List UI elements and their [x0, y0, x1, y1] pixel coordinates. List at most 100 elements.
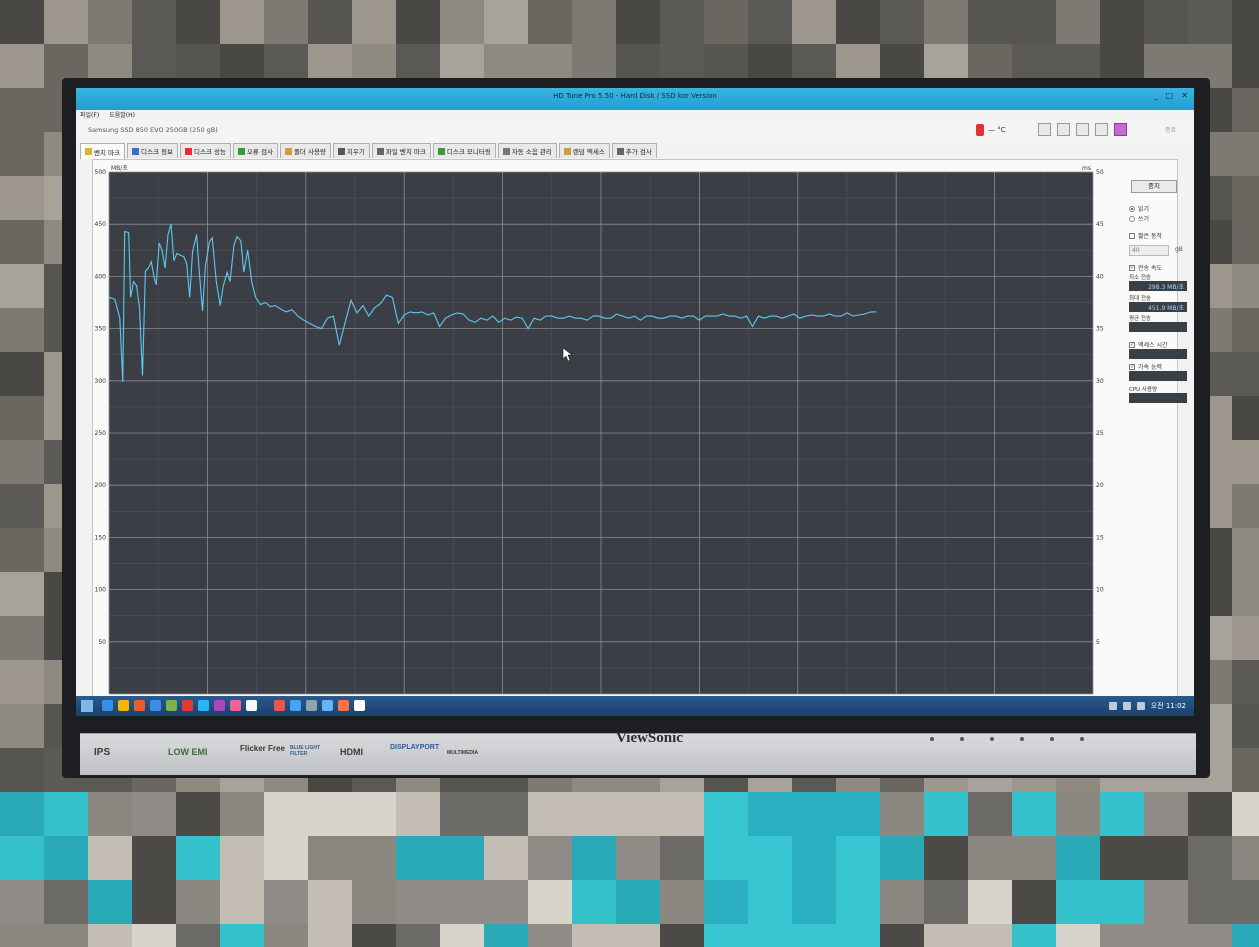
tab-8[interactable]: 디스크 모니터링 — [432, 143, 496, 158]
taskbar-folder-icon[interactable] — [118, 700, 129, 711]
power-button[interactable] — [1080, 737, 1084, 741]
tab-label: 디스크 정보 — [141, 148, 173, 156]
monitor-button[interactable] — [1020, 737, 1024, 741]
background-tile — [220, 880, 264, 924]
tab-1[interactable]: 벤치 마크 — [80, 143, 125, 159]
volume-icon[interactable] — [1122, 702, 1131, 710]
background-tile — [1232, 132, 1259, 176]
background-tile — [220, 836, 264, 880]
background-tile — [704, 0, 748, 44]
background-tile — [264, 792, 308, 836]
background-tile — [704, 792, 748, 836]
background-tile — [660, 0, 704, 44]
background-tile — [968, 0, 1012, 44]
background-tile — [1232, 880, 1259, 924]
transfer-rate-option[interactable]: ✓ 전송 속도 — [1129, 263, 1162, 272]
background-tile — [176, 880, 220, 924]
short-stroke-option[interactable]: 짧은 동작 — [1129, 231, 1162, 240]
access-time-option[interactable]: ✓ 액세스 시간 — [1129, 340, 1168, 349]
options-icon[interactable] — [1095, 123, 1108, 136]
monitor-button[interactable] — [990, 737, 994, 741]
menu-help[interactable]: 도움말(H) — [109, 110, 135, 119]
write-option[interactable]: 쓰기 — [1129, 214, 1149, 223]
monitor-button[interactable] — [1050, 737, 1054, 741]
taskbar-app-icon[interactable] — [214, 700, 225, 711]
background-tile — [88, 924, 132, 947]
tab-5[interactable]: 폴더 사용량 — [279, 143, 331, 158]
background-tile — [484, 880, 528, 924]
drive-select[interactable]: Samsung SSD 850 EVO 250GB (250 gB) — [86, 123, 966, 137]
tab-2[interactable]: 디스크 정보 — [127, 143, 178, 158]
taskbar-media-icon[interactable] — [134, 700, 145, 711]
access-time-checkbox[interactable]: ✓ — [1129, 341, 1135, 348]
burst-option[interactable]: ✓ 가속 능력 — [1129, 362, 1162, 371]
network-icon[interactable] — [1108, 702, 1117, 710]
tab-6[interactable]: 지우기 — [332, 143, 370, 158]
background-tile — [264, 924, 308, 947]
screenshot-icon[interactable] — [1076, 123, 1089, 136]
taskbar-clock[interactable]: 오전 11:02 — [1151, 701, 1186, 711]
tab-10[interactable]: 랜덤 액세스 — [558, 143, 610, 158]
tab-9[interactable]: 자동 소음 관리 — [497, 143, 557, 158]
tab-icon — [563, 147, 571, 155]
background-tile — [176, 836, 220, 880]
taskbar-files-icon[interactable] — [166, 700, 177, 711]
burst-checkbox[interactable]: ✓ — [1129, 363, 1135, 370]
tab-3[interactable]: 디스크 성능 — [179, 143, 231, 158]
background-tile — [132, 792, 176, 836]
taskbar-ie-icon[interactable] — [102, 700, 113, 711]
taskbar-edge-icon[interactable] — [150, 700, 161, 711]
short-stroke-input[interactable]: 40 — [1129, 245, 1169, 256]
background-tile — [748, 792, 792, 836]
taskbar-app-icon[interactable] — [322, 700, 333, 711]
start-button[interactable] — [81, 700, 93, 712]
taskbar-app-icon[interactable] — [246, 700, 257, 711]
taskbar-app-icon[interactable] — [338, 700, 349, 711]
tab-4[interactable]: 오류 검사 — [232, 143, 278, 158]
short-stroke-checkbox[interactable] — [1129, 232, 1135, 239]
notification-icon[interactable] — [1136, 702, 1145, 710]
tab-7[interactable]: 파일 벤치 마크 — [371, 143, 431, 158]
monitor-button[interactable] — [930, 737, 934, 741]
write-radio[interactable] — [1129, 215, 1135, 222]
minimize-button[interactable]: _ — [1154, 91, 1158, 100]
read-option[interactable]: 읽기 — [1129, 204, 1149, 213]
tab-11[interactable]: 추가 검사 — [611, 143, 657, 158]
background-tile — [792, 792, 836, 836]
background-tile — [1188, 924, 1232, 947]
background-tile — [132, 836, 176, 880]
monitor-button[interactable] — [960, 737, 964, 741]
background-tile — [836, 880, 880, 924]
background-tile — [352, 0, 396, 44]
taskbar-app-icon[interactable] — [306, 700, 317, 711]
transfer-rate-checkbox[interactable]: ✓ — [1129, 264, 1135, 271]
background-tile — [924, 924, 968, 947]
download-icon[interactable] — [1114, 123, 1127, 136]
menu-file[interactable]: 파일(F) — [80, 110, 99, 119]
taskbar-app-icon[interactable] — [230, 700, 241, 711]
exit-button[interactable]: 종료 — [1165, 125, 1176, 134]
close-button[interactable]: ✕ — [1181, 91, 1188, 100]
taskbar-app-icon[interactable] — [274, 700, 285, 711]
background-tile — [1232, 88, 1259, 132]
stop-button[interactable]: 중지 — [1131, 180, 1177, 193]
y-tick-label: 100 — [95, 587, 107, 594]
copy-text-icon[interactable] — [1038, 123, 1051, 136]
read-radio[interactable] — [1129, 205, 1135, 212]
copy-screen-icon[interactable] — [1057, 123, 1070, 136]
taskbar-app-icon[interactable] — [290, 700, 301, 711]
y-tick-label: 400 — [95, 273, 107, 280]
y2-tick-label: 40 — [1096, 273, 1104, 280]
y-tick-label: 500 — [95, 169, 107, 176]
taskbar-app-icon[interactable] — [182, 700, 193, 711]
avg-value — [1129, 322, 1187, 332]
background-tile — [1232, 396, 1259, 440]
short-stroke-label: 짧은 동작 — [1138, 233, 1162, 240]
background-tile — [0, 132, 44, 176]
background-tile — [396, 880, 440, 924]
background-tile — [1232, 440, 1259, 484]
background-tile — [484, 792, 528, 836]
taskbar-app-icon[interactable] — [354, 700, 365, 711]
taskbar-app-icon[interactable] — [198, 700, 209, 711]
maximize-button[interactable]: □ — [1166, 91, 1174, 100]
